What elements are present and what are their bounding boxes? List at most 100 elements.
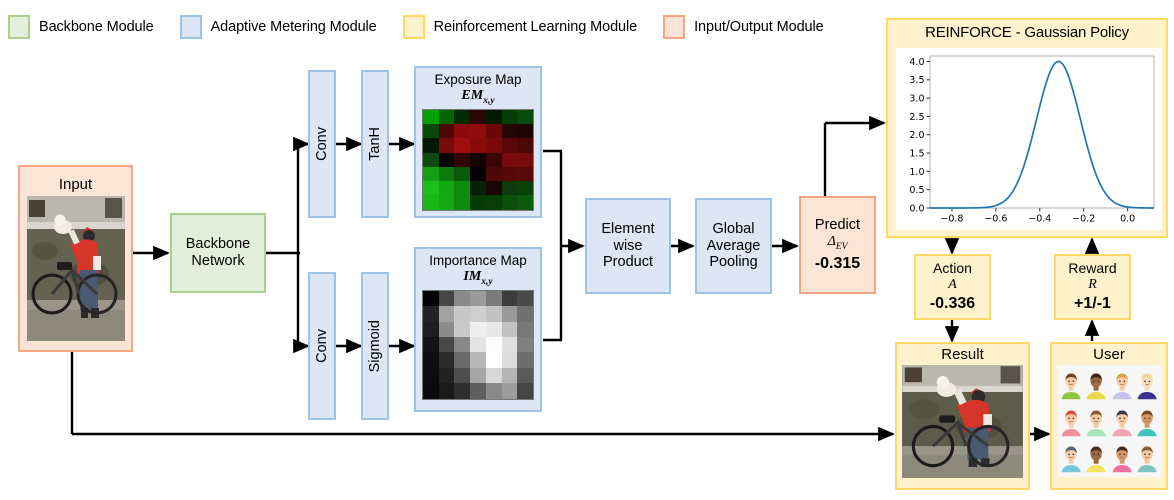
map-cell <box>423 181 439 196</box>
sigmoid-label: Sigmoid <box>366 319 383 373</box>
map-cell <box>423 152 439 167</box>
backbone-line1: Backbone <box>185 236 251 253</box>
pooling-line1: Global <box>712 220 755 237</box>
map-cell <box>517 352 533 368</box>
map-cell <box>485 124 502 139</box>
backbone-network-node: Backbone Network <box>170 213 266 293</box>
map-cell <box>454 124 471 139</box>
map-cell <box>470 138 486 153</box>
map-cell <box>517 383 533 399</box>
map-cell <box>438 367 455 384</box>
chart-title: REINFORCE - Gaussian Policy <box>925 24 1129 41</box>
predict-value: -0.315 <box>814 254 861 272</box>
gaussian-curve: 0.0 0.5 1.0 1.5 2.0 2.5 3.0 3.5 4.0 −0.8 −0.6 −0.4 −… <box>909 55 1155 225</box>
map-cell <box>517 337 533 353</box>
map-cell <box>470 195 486 210</box>
avatar <box>1061 410 1081 436</box>
map-cell <box>501 181 518 196</box>
map-cell <box>423 337 439 353</box>
map-cell <box>454 166 471 182</box>
global-average-pooling-node: Global Average Pooling <box>695 198 772 294</box>
map-cell <box>438 383 455 399</box>
avatar <box>1061 373 1081 400</box>
action-symbol: A <box>948 276 957 292</box>
reward-symbol: R <box>1088 276 1097 292</box>
user-node: User <box>1050 342 1168 490</box>
avatar <box>1137 373 1157 400</box>
map-cell <box>454 290 471 307</box>
result-photo <box>902 365 1023 479</box>
map-cell <box>438 337 455 353</box>
map-cell <box>485 306 502 322</box>
elementwise-line3: Product <box>603 254 653 271</box>
importance-map-symbol: IMx,y <box>463 268 493 287</box>
map-cell <box>423 367 439 384</box>
svg-text:−0.8: −0.8 <box>940 214 963 225</box>
map-cell <box>423 306 439 322</box>
svg-text:0.5: 0.5 <box>909 185 924 196</box>
map-cell <box>470 152 486 167</box>
map-cell <box>501 352 518 368</box>
action-node: Action A -0.336 <box>914 254 991 320</box>
map-cell <box>517 321 533 338</box>
map-cell <box>438 124 455 139</box>
map-cell <box>485 290 502 307</box>
reward-node: Reward R +1/-1 <box>1054 254 1131 320</box>
elementwise-product-node: Element wise Product <box>585 198 671 294</box>
avatar <box>1061 446 1081 473</box>
map-cell <box>501 124 518 139</box>
map-cell <box>501 166 518 182</box>
map-cell <box>454 109 471 125</box>
svg-text:−0.6: −0.6 <box>984 214 1007 225</box>
pooling-line3: Pooling <box>709 254 758 271</box>
sigmoid-node: Sigmoid <box>361 272 389 420</box>
reinforce-gaussian-policy-panel: REINFORCE - Gaussian Policy 0.0 0.5 1.0 1.5… <box>886 18 1168 238</box>
map-cell <box>438 306 455 322</box>
svg-text:3.0: 3.0 <box>909 94 924 105</box>
input-title: Input <box>58 175 93 193</box>
map-cell <box>423 383 439 399</box>
map-cell <box>438 152 455 167</box>
map-cell <box>423 109 439 125</box>
map-cell <box>485 109 502 125</box>
result-node: Result <box>895 342 1030 490</box>
map-cell <box>470 321 486 338</box>
avatar <box>1086 410 1107 436</box>
action-value: -0.336 <box>929 294 976 312</box>
map-cell <box>501 152 518 167</box>
map-cell <box>485 321 502 338</box>
map-cell <box>517 367 533 384</box>
svg-text:−0.2: −0.2 <box>1072 214 1095 225</box>
map-cell <box>454 306 471 322</box>
map-cell <box>470 306 486 322</box>
map-cell <box>438 195 455 210</box>
map-cell <box>501 321 518 338</box>
map-cell <box>517 124 533 139</box>
svg-text:4.0: 4.0 <box>909 57 924 68</box>
chart-plot-area: 0.0 0.5 1.0 1.5 2.0 2.5 3.0 3.5 4.0 −0.8 −0.6 −0.4 −… <box>896 48 1162 230</box>
map-cell <box>501 367 518 384</box>
svg-text:−0.4: −0.4 <box>1028 214 1051 225</box>
map-cell <box>501 138 518 153</box>
backbone-line2: Network <box>191 253 245 269</box>
map-cell <box>470 352 486 368</box>
map-cell <box>423 290 439 307</box>
svg-text:2.0: 2.0 <box>909 130 924 141</box>
importance-map-grid <box>422 289 534 400</box>
map-cell <box>501 195 518 210</box>
map-cell <box>454 195 471 210</box>
tanh-node: TanH <box>361 70 389 218</box>
elementwise-line2: wise <box>613 237 643 254</box>
map-cell <box>423 352 439 368</box>
map-cell <box>485 352 502 368</box>
map-cell <box>517 290 533 307</box>
avatar <box>1137 410 1157 436</box>
input-node: Input <box>18 165 133 352</box>
map-cell <box>438 138 455 153</box>
map-cell <box>517 138 533 153</box>
map-cell <box>485 181 502 196</box>
map-cell <box>470 367 486 384</box>
exposure-map-grid <box>422 108 534 211</box>
map-cell <box>501 290 518 307</box>
reward-title: Reward <box>1068 260 1117 277</box>
